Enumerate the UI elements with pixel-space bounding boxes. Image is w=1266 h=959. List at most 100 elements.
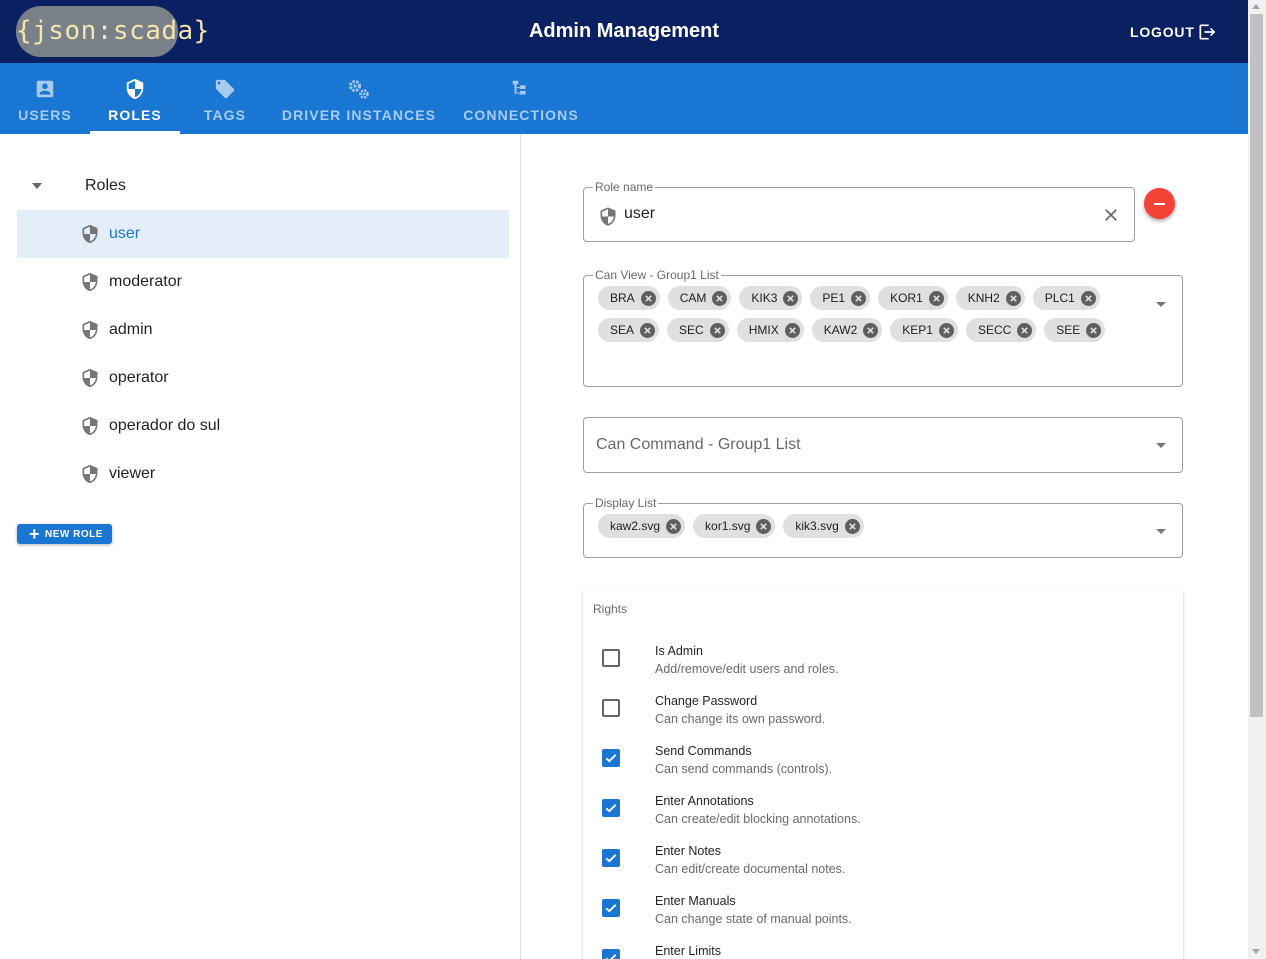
- chip-label: PE1: [822, 291, 846, 305]
- right-title: Enter Annotations: [655, 794, 754, 808]
- right-title: Send Commands: [655, 744, 752, 758]
- chip-label: SEC: [679, 323, 704, 337]
- chip-close-icon[interactable]: [784, 322, 800, 338]
- shield-icon: [598, 206, 618, 232]
- role-item-user[interactable]: user: [17, 210, 509, 258]
- tab-connections[interactable]: CONNECTIONS: [450, 63, 592, 134]
- right-item: Enter Manuals Can change state of manual …: [583, 894, 1183, 944]
- page-scrollbar[interactable]: [1248, 0, 1266, 959]
- can-command-placeholder: Can Command - Group1 List: [596, 436, 801, 453]
- tags-icon: [213, 77, 237, 101]
- checkbox-checked[interactable]: [602, 899, 620, 917]
- chip-label: HMIX: [748, 323, 779, 337]
- right-description: Can send commands (controls).: [655, 762, 833, 776]
- checkbox-checked[interactable]: [602, 799, 620, 817]
- checkbox-checked[interactable]: [602, 949, 620, 959]
- can-view-chips: BRA CAM KIK3 PE1 KOR1 KNH2 PLC1 SEA SEC HMIX KAW2 K…: [598, 286, 1142, 350]
- role-name-field[interactable]: Role name user: [583, 180, 1135, 242]
- role-item-admin[interactable]: admin: [17, 306, 509, 354]
- role-item-label: moderator: [109, 273, 182, 290]
- checkbox-unchecked[interactable]: [602, 649, 620, 667]
- shield-icon: [124, 77, 146, 101]
- role-name-input[interactable]: user: [624, 205, 655, 223]
- right-title: Enter Notes: [655, 844, 722, 858]
- chip: KIK3: [739, 286, 803, 310]
- chip: SEA: [598, 318, 660, 342]
- role-item-moderator[interactable]: moderator: [17, 258, 509, 306]
- chip-close-icon[interactable]: [640, 322, 656, 338]
- display-list-select[interactable]: Display List kaw2.svg kor1.svg kik3.svg: [583, 496, 1183, 558]
- role-item-viewer[interactable]: viewer: [17, 450, 509, 498]
- chip-close-icon[interactable]: [756, 518, 772, 534]
- right-description: Add/remove/edit users and roles.: [655, 662, 839, 676]
- checkbox-checked[interactable]: [602, 849, 620, 867]
- role-item-operator[interactable]: operator: [17, 354, 509, 402]
- can-view-label: Can View - Group1 List: [593, 268, 721, 282]
- right-item: Is Admin Add/remove/edit users and roles.: [583, 644, 1183, 694]
- chip-close-icon[interactable]: [712, 290, 728, 306]
- clear-icon[interactable]: [1102, 206, 1120, 229]
- chip-close-icon[interactable]: [1005, 290, 1021, 306]
- right-title: Change Password: [655, 694, 758, 708]
- delete-role-button[interactable]: [1144, 188, 1175, 219]
- checkbox-checked[interactable]: [602, 749, 620, 767]
- dropdown-arrow-icon[interactable]: [1156, 443, 1166, 448]
- account-box-icon: [34, 77, 56, 101]
- logout-button[interactable]: LOGOUT: [1122, 17, 1225, 47]
- dropdown-arrow-icon[interactable]: [1156, 529, 1166, 534]
- roles-tree-root[interactable]: Roles: [17, 162, 509, 210]
- chip: HMIX: [736, 318, 804, 342]
- right-item: Enter Annotations Can create/edit blockin…: [583, 794, 1183, 844]
- scroll-up-icon[interactable]: [1252, 4, 1260, 9]
- chip-label: SECC: [977, 323, 1012, 337]
- chip-close-icon[interactable]: [928, 290, 944, 306]
- cogs-icon: [347, 77, 371, 101]
- chip: kaw2.svg: [598, 514, 686, 538]
- tab-roles[interactable]: ROLES: [90, 63, 180, 134]
- chip-close-icon[interactable]: [709, 322, 725, 338]
- chip-close-icon[interactable]: [640, 290, 656, 306]
- chip-label: KAW2: [823, 323, 858, 337]
- main-tabs: USERS ROLES TAGS DRIVER INSTANCES CONNEC…: [0, 63, 1248, 134]
- chip-close-icon[interactable]: [851, 290, 867, 306]
- tab-tags[interactable]: TAGS: [180, 63, 270, 134]
- tab-label: ROLES: [108, 107, 162, 123]
- right-title: Enter Manuals: [655, 894, 736, 908]
- chip-close-icon[interactable]: [1086, 322, 1102, 338]
- checkbox-unchecked[interactable]: [602, 699, 620, 717]
- dropdown-arrow-icon[interactable]: [1156, 302, 1166, 307]
- chip-close-icon[interactable]: [863, 322, 879, 338]
- chip: BRA: [598, 286, 660, 310]
- chip-close-icon[interactable]: [666, 518, 682, 534]
- chip-label: BRA: [610, 291, 635, 305]
- role-item-operador-do-sul[interactable]: operador do sul: [17, 402, 509, 450]
- can-command-group1-select[interactable]: Can Command - Group1 List: [583, 417, 1183, 473]
- chip-close-icon[interactable]: [1080, 290, 1096, 306]
- scroll-down-icon[interactable]: [1252, 949, 1260, 954]
- chip-label: kik3.svg: [795, 519, 839, 533]
- shield-icon: [80, 271, 102, 293]
- display-list-chips: kaw2.svg kor1.svg kik3.svg: [598, 514, 1142, 546]
- tab-driver-instances[interactable]: DRIVER INSTANCES: [270, 63, 448, 134]
- chip-close-icon[interactable]: [844, 518, 860, 534]
- logout-icon: [1199, 24, 1216, 40]
- chip-close-icon[interactable]: [938, 322, 954, 338]
- admin-app: {json:scada} Admin Management LOGOUT USE…: [0, 0, 1266, 959]
- minus-icon: [1154, 202, 1165, 205]
- right-title: Enter Limits: [655, 944, 721, 958]
- tab-label: DRIVER INSTANCES: [281, 107, 437, 123]
- chip: SECC: [965, 318, 1037, 342]
- chip-label: KNH2: [967, 291, 1000, 305]
- role-item-label: user: [109, 225, 141, 242]
- chip-close-icon[interactable]: [783, 290, 799, 306]
- new-role-button[interactable]: + NEW ROLE: [17, 524, 112, 544]
- chip-close-icon[interactable]: [1017, 322, 1033, 338]
- logout-label: LOGOUT: [1130, 24, 1195, 40]
- chip: PE1: [810, 286, 871, 310]
- right-description: Can create/edit blocking annotations.: [655, 812, 861, 826]
- tab-users[interactable]: USERS: [0, 63, 90, 134]
- can-view-group1-select[interactable]: Can View - Group1 List BRA CAM KIK3 PE1 KOR1…: [583, 268, 1183, 387]
- shield-icon: [80, 223, 102, 245]
- caret-down-icon[interactable]: [17, 183, 57, 189]
- scrollbar-thumb[interactable]: [1250, 14, 1263, 717]
